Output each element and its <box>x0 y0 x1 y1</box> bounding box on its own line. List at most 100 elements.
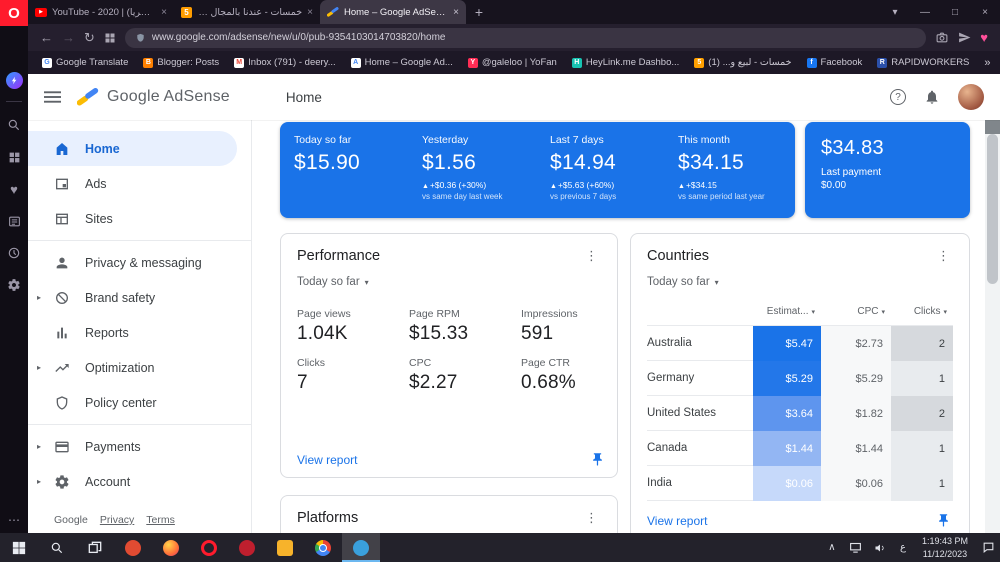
action-center-icon[interactable] <box>976 533 1000 562</box>
scroll-up-button[interactable] <box>985 120 1000 134</box>
hamburger-menu-icon[interactable] <box>44 91 61 103</box>
bookmark-heylink[interactable]: H HeyLink.me Dashbo... <box>571 57 679 68</box>
back-icon[interactable]: ← <box>40 30 53 45</box>
terms-link[interactable]: Terms <box>146 514 175 526</box>
balance-value: $34.83 <box>821 137 884 159</box>
sidebar-item-account[interactable]: ▸ Account <box>28 464 251 499</box>
sidebar-item-optimization[interactable]: ▸ Optimization <box>28 350 251 385</box>
volume-icon[interactable] <box>868 533 892 562</box>
active-app-icon[interactable] <box>342 533 380 562</box>
kebab-menu-icon[interactable]: ⋮ <box>582 248 601 264</box>
speed-dial-icon[interactable] <box>5 148 23 166</box>
column-estimated-earnings[interactable]: Estimat... ▾ <box>753 306 821 317</box>
hidden-icons-chevron[interactable]: ∧ <box>820 533 844 562</box>
sidebar-item-payments[interactable]: ▸ Payments <box>28 429 251 464</box>
clicks-cell: 1 <box>891 361 953 396</box>
opera-menu-button[interactable]: O <box>0 0 28 26</box>
avatar[interactable] <box>958 84 984 110</box>
opera-icon[interactable] <box>190 533 228 562</box>
stat-this-month: This month $34.15 ▲+$34.15 vs same perio… <box>664 134 792 206</box>
close-tab-icon[interactable]: × <box>307 7 313 18</box>
network-icon[interactable] <box>844 533 868 562</box>
bookmarks-overflow-icon[interactable]: » <box>984 57 990 69</box>
estimated-earnings-cell: $1.44 <box>753 431 821 466</box>
snapshot-camera-icon[interactable] <box>935 31 949 44</box>
page-scrollbar[interactable] <box>985 120 1000 533</box>
scrollbar-thumb[interactable] <box>987 134 998 284</box>
tab-title: YouTube - 2020 | (حصريا) ي <box>52 6 156 18</box>
browser-tab-khamsat[interactable]: 5 خمسات - عندنا بالمجال الزراعي × <box>174 0 320 24</box>
chrome-icon[interactable] <box>304 533 342 562</box>
browser-tab-adsense-active[interactable]: Home – Google AdSense × <box>320 0 466 24</box>
account-gear-icon <box>54 474 70 490</box>
date-range-dropdown[interactable]: Today so far ▾ <box>647 276 719 288</box>
sidebar-item-brand-safety[interactable]: ▸ Brand safety <box>28 280 251 315</box>
send-to-flow-icon[interactable] <box>958 31 971 44</box>
history-icon[interactable] <box>5 244 23 262</box>
settings-gear-icon[interactable] <box>5 276 23 294</box>
pin-icon[interactable] <box>936 513 951 528</box>
sidebar-item-policy-center[interactable]: Policy center <box>28 385 251 420</box>
site-badge-icon[interactable] <box>135 32 146 44</box>
personal-news-icon[interactable] <box>5 212 23 230</box>
browser-tab-youtube[interactable]: ▶ YouTube - 2020 | (حصريا) ي × <box>28 0 174 24</box>
url-bar[interactable]: www.google.com/adsense/new/u/0/pub-93541… <box>124 27 927 48</box>
view-report-link[interactable]: View report <box>297 453 357 467</box>
forward-icon[interactable]: → <box>62 30 75 45</box>
expand-chevron-icon: ▸ <box>37 477 42 486</box>
pin-icon[interactable] <box>590 452 605 467</box>
close-window-button[interactable]: × <box>970 0 1000 24</box>
messenger-icon[interactable] <box>5 72 23 89</box>
maximize-button[interactable]: □ <box>940 0 970 24</box>
language-indicator[interactable]: ع <box>892 533 914 562</box>
help-icon[interactable]: ? <box>890 89 906 105</box>
firefox-icon[interactable] <box>152 533 190 562</box>
bookmark-facebook[interactable]: f Facebook <box>806 57 862 68</box>
balance-label: Last payment <box>821 167 882 178</box>
taskbar-clock[interactable]: 1:19:43 PM 11/12/2023 <box>914 533 976 562</box>
view-report-link[interactable]: View report <box>647 514 707 528</box>
bookmark-khamsat[interactable]: 5 خمسات - لبيع و... (1) <box>694 57 792 68</box>
kebab-menu-icon[interactable]: ⋮ <box>582 510 601 526</box>
sidebar-item-label: Policy center <box>85 395 157 410</box>
bookmark-blogger[interactable]: B Blogger: Posts <box>143 57 219 68</box>
bookmark-label: Blogger: Posts <box>157 57 220 68</box>
bookmarks-heart-icon[interactable]: ♥ <box>5 180 23 198</box>
sidebar-more-icon[interactable]: ⋯ <box>8 513 20 527</box>
start-button[interactable] <box>0 533 38 562</box>
search-icon[interactable] <box>5 116 23 134</box>
kebab-menu-icon[interactable]: ⋮ <box>934 248 953 264</box>
date-range-dropdown[interactable]: Today so far ▾ <box>297 276 369 288</box>
stat-delta: ▲+$34.15 <box>678 180 717 190</box>
app-icon[interactable] <box>228 533 266 562</box>
column-clicks[interactable]: Clicks ▾ <box>891 306 953 317</box>
sidebar-item-sites[interactable]: Sites <box>28 201 251 236</box>
column-cpc[interactable]: CPC ▾ <box>821 306 891 317</box>
files-app-icon[interactable] <box>266 533 304 562</box>
sidebar-item-ads[interactable]: Ads <box>28 166 251 201</box>
tab-menu-icon[interactable]: ▾ <box>880 0 910 24</box>
bookmark-rapidworkers[interactable]: R RAPIDWORKERS <box>877 57 969 68</box>
bookmark-google-translate[interactable]: G Google Translate <box>42 57 128 68</box>
reload-icon[interactable]: ↻ <box>84 30 95 46</box>
bookmark-inbox[interactable]: M Inbox (791) - deery... <box>234 57 336 68</box>
browser-addressbar: ← → ↻ www.google.com/adsense/new/u/0/pub… <box>28 24 1000 51</box>
new-tab-button[interactable]: + <box>466 0 492 24</box>
taskbar-search-icon[interactable] <box>38 533 76 562</box>
notifications-bell-icon[interactable] <box>924 89 940 105</box>
task-view-icon[interactable] <box>76 533 114 562</box>
bookmark-yofan[interactable]: Y @galeloo | YoFan <box>467 57 557 68</box>
reports-icon <box>54 325 70 341</box>
sidebar-item-privacy-messaging[interactable]: Privacy & messaging <box>28 245 251 280</box>
sidebar-item-home[interactable]: Home <box>28 131 237 166</box>
close-tab-icon[interactable]: × <box>161 7 167 18</box>
speed-dial-home-icon[interactable] <box>104 32 116 44</box>
favorite-heart-icon[interactable]: ♥ <box>980 30 988 45</box>
mail-app-icon[interactable] <box>114 533 152 562</box>
payments-icon <box>54 439 70 455</box>
bookmark-adsense-home[interactable]: A Home – Google Ad... <box>350 57 453 68</box>
sidebar-item-reports[interactable]: Reports <box>28 315 251 350</box>
privacy-link[interactable]: Privacy <box>100 514 134 526</box>
minimize-button[interactable]: — <box>910 0 940 24</box>
close-tab-icon[interactable]: × <box>453 7 459 18</box>
